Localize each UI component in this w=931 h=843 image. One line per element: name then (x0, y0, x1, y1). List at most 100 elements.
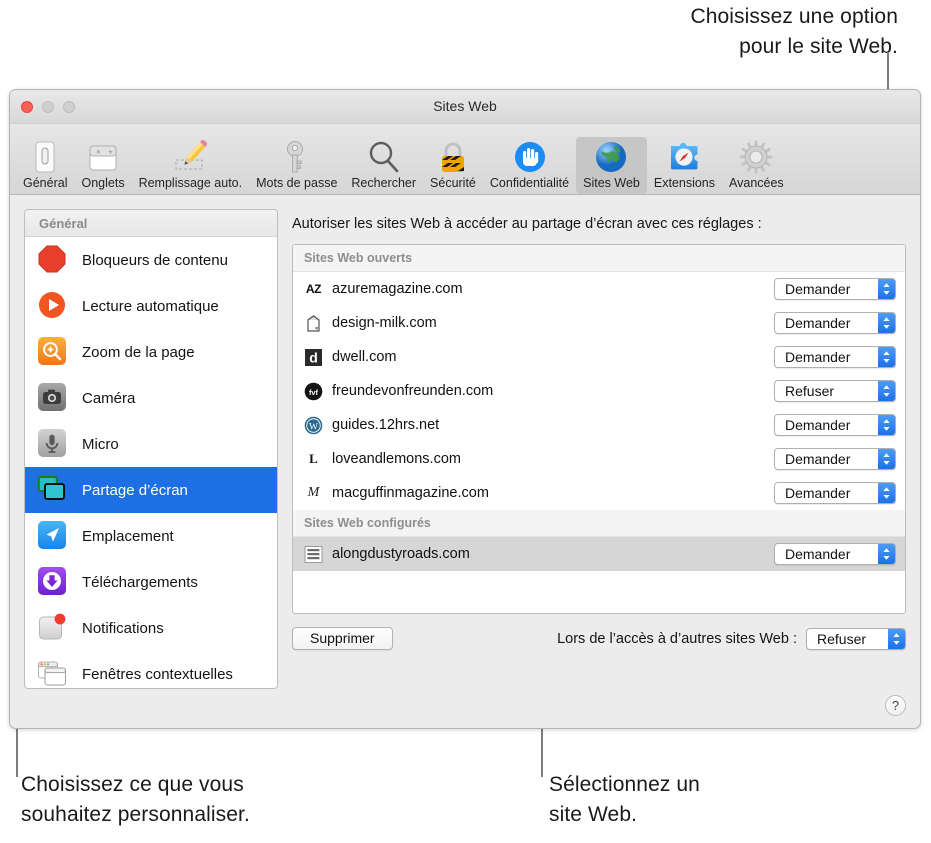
chevron-updown-icon (878, 279, 895, 299)
chevron-updown-icon (878, 544, 895, 564)
serif-l-favicon: L (304, 450, 323, 469)
globe-icon (592, 140, 630, 174)
toolbar-item-label: Mots de passe (256, 176, 337, 190)
toolbar-item-label: Rechercher (351, 176, 416, 190)
toolbar-item-label: Sites Web (583, 176, 640, 190)
window-titlebar: Sites Web (10, 90, 920, 124)
wordpress-favicon: W (304, 416, 323, 435)
sidebar-item-partage-d-cran[interactable]: Partage d’écran (25, 467, 277, 513)
website-row[interactable]: Lloveandlemons.comDemander (293, 442, 905, 476)
website-permission-popup-button[interactable]: Demander (774, 278, 896, 300)
sidebar-item-micro[interactable]: Micro (25, 421, 277, 467)
svg-text:×: × (96, 148, 101, 157)
main-panel: Autoriser les sites Web à accéder au par… (278, 209, 906, 729)
website-name: loveandlemons.com (332, 451, 774, 467)
sidebar-item-label: Téléchargements (82, 574, 198, 591)
dwell-d-favicon: d (304, 348, 323, 367)
website-row[interactable]: design-milk.comDemander (293, 306, 905, 340)
sidebar-item-lecture-automatique[interactable]: Lecture automatique (25, 283, 277, 329)
website-permission-value: Demander (775, 279, 859, 299)
website-name: design-milk.com (332, 315, 774, 331)
website-row[interactable]: Wguides.12hrs.netDemander (293, 408, 905, 442)
website-permission-popup-button[interactable]: Refuser (774, 380, 896, 402)
toolbar-item-extensions[interactable]: Extensions (647, 137, 722, 194)
notification-badge-icon (38, 613, 68, 643)
toolbar-item-s-curit[interactable]: Sécurité (423, 137, 483, 194)
svg-text:fvf: fvf (309, 388, 319, 397)
callout-bottom-left-text: Choisissez ce que vous souhaitez personn… (21, 770, 381, 830)
svg-text:W: W (309, 421, 319, 432)
microphone-icon (38, 429, 68, 459)
camera-icon (38, 383, 68, 413)
website-permission-popup-button[interactable]: Demander (774, 448, 896, 470)
sidebar-item-label: Bloqueurs de contenu (82, 252, 228, 269)
sidebar-item-t-l-chargements[interactable]: Téléchargements (25, 559, 277, 605)
help-button[interactable]: ? (885, 695, 906, 716)
website-row[interactable]: Mmacguffinmagazine.comDemander (293, 476, 905, 510)
website-permission-value: Demander (775, 483, 859, 503)
sidebar-item-emplacement[interactable]: Emplacement (25, 513, 277, 559)
other-sites-popup-value: Refuser (807, 629, 875, 649)
toolbar-item-g-n-ral[interactable]: Général (16, 137, 74, 194)
zoom-magnifier-icon (38, 337, 68, 367)
toolbar-item-label: Onglets (81, 176, 124, 190)
az-favicon: AZ (304, 280, 323, 299)
panel-footer: Supprimer Lors de l’accès à d’autres sit… (292, 627, 906, 650)
website-row[interactable]: alongdustyroads.comDemander (293, 537, 905, 571)
play-circle-icon (38, 291, 68, 321)
toolbar-item-label: Sécurité (430, 176, 476, 190)
preferences-body: Général Bloqueurs de contenu Lecture auto… (10, 195, 920, 729)
sidebar-item-cam-ra[interactable]: Caméra (25, 375, 277, 421)
tabs-icon: ×+ (84, 140, 122, 174)
download-arrow-icon (38, 567, 68, 597)
safari-preferences-window: Sites Web Général×+OngletsRemplissage au… (9, 89, 921, 729)
toolbar-item-mots-de-passe[interactable]: Mots de passe (249, 137, 344, 194)
popup-window-icon (38, 659, 68, 689)
sidebar-item-label: Notifications (82, 620, 164, 637)
sidebar-item-fen-tres-contextuelles[interactable]: Fenêtres contextuelles (25, 651, 277, 689)
callout-bottom-right-text: Sélectionnez un site Web. (549, 770, 849, 830)
website-permission-popup-button[interactable]: Demander (774, 312, 896, 334)
website-permission-popup-button[interactable]: Demander (774, 346, 896, 368)
sidebar-item-label: Emplacement (82, 528, 174, 545)
toolbar-item-rechercher[interactable]: Rechercher (344, 137, 423, 194)
website-permission-value: Demander (775, 347, 859, 367)
panel-description: Autoriser les sites Web à accéder au par… (292, 216, 906, 232)
website-permission-popup-button[interactable]: Demander (774, 414, 896, 436)
category-sidebar[interactable]: Général Bloqueurs de contenu Lecture auto… (24, 209, 278, 689)
other-sites-popup-button[interactable]: Refuser (806, 628, 906, 650)
toolbar-item-sites-web[interactable]: Sites Web (576, 137, 647, 194)
website-list[interactable]: Sites Web ouvertsAZazuremagazine.comDema… (292, 244, 906, 614)
delete-button[interactable]: Supprimer (292, 627, 393, 650)
sidebar-item-label: Partage d’écran (82, 482, 188, 499)
hand-icon (511, 140, 549, 174)
svg-text:d: d (309, 349, 318, 365)
toolbar-item-avanc-es[interactable]: Avancées (722, 137, 791, 194)
toolbar-item-remplissage-auto[interactable]: Remplissage auto. (132, 137, 250, 194)
pencil-icon (171, 140, 209, 174)
sidebar-item-bloqueurs-de-contenu[interactable]: Bloqueurs de contenu (25, 237, 277, 283)
sidebar-item-label: Micro (82, 436, 119, 453)
toolbar-item-confidentialit[interactable]: Confidentialité (483, 137, 576, 194)
website-row[interactable]: AZ azuremagazine.comDemander (293, 272, 905, 306)
sidebar-item-zoom-de-la-page[interactable]: Zoom de la page (25, 329, 277, 375)
website-permission-value: Demander (775, 544, 859, 564)
website-row[interactable]: ddwell.comDemander (293, 340, 905, 374)
callout-top-text: Choisissez une option pour le site Web. (598, 2, 898, 62)
other-sites-setting: Lors de l’accès à d’autres sites Web : R… (557, 628, 906, 650)
padlock-icon (434, 140, 472, 174)
sidebar-header: Général (25, 210, 277, 237)
italic-m-favicon: M (304, 484, 323, 503)
website-permission-popup-button[interactable]: Demander (774, 482, 896, 504)
website-permission-value: Demander (775, 313, 859, 333)
toolbar-item-onglets[interactable]: ×+Onglets (74, 137, 131, 194)
sidebar-item-notifications[interactable]: Notifications (25, 605, 277, 651)
sidebar-item-label: Lecture automatique (82, 298, 219, 315)
milk-carton-favicon (304, 314, 323, 333)
website-row[interactable]: fvffreundevonfreunden.comRefuser (293, 374, 905, 408)
website-name: azuremagazine.com (332, 281, 774, 297)
website-group-header: Sites Web ouverts (293, 245, 905, 272)
website-permission-popup-button[interactable]: Demander (774, 543, 896, 565)
website-name: alongdustyroads.com (332, 546, 774, 562)
svg-text:+: + (108, 148, 113, 157)
